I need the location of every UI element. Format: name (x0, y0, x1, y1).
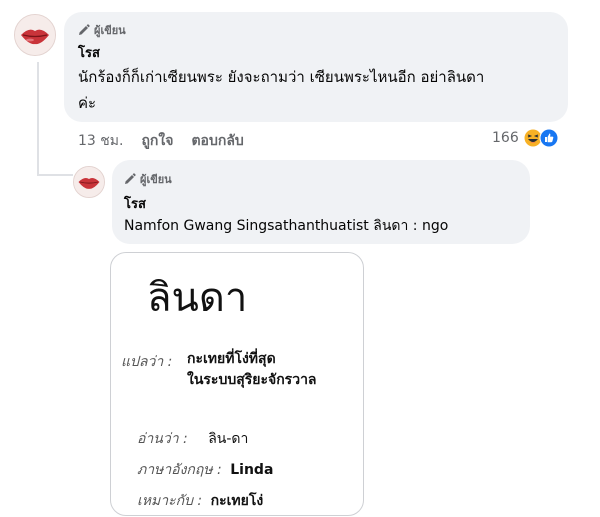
avatar[interactable] (14, 14, 56, 56)
image-meaning-row: แปลว่า : (121, 351, 172, 373)
reply-avatar[interactable] (73, 166, 105, 198)
image-suits-row: เหมาะกับ : กะเทยโง่ (137, 490, 263, 512)
reply-bubble: ผู้เขียน โรส Namfon Gwang Singsathanthua… (112, 160, 530, 244)
reply-author-badge: ผู้เขียน (124, 170, 172, 188)
image-suits-label: เหมาะกับ : (137, 493, 203, 509)
thread-line-curve (37, 174, 73, 176)
image-meaning-line-1: กะเทยที่โง่ที่สุด (187, 351, 276, 367)
image-meaning-line-2: ในระบบสุริยะจักรวาล (187, 372, 317, 388)
image-english-row: ภาษาอังกฤษ : Linda (137, 459, 273, 481)
comment-time[interactable]: 13 ชม. (78, 130, 123, 152)
reply-text-body: ลินดา : ngo (368, 218, 449, 234)
lips-avatar-icon (15, 15, 55, 55)
lips-avatar-icon (74, 167, 104, 197)
reaction-summary[interactable]: 166 (492, 128, 559, 148)
image-read-row: อ่านว่า : ลิน-ดา (137, 428, 248, 450)
author-badge-label: ผู้เขียน (94, 24, 126, 37)
comment-text-line-1: นักร้องก็ก็เก่าเซียนพระ ยังจะถามว่า เซีย… (78, 68, 485, 86)
image-read-value: ลิน-ดา (208, 431, 249, 447)
author-badge: ผู้เขียน (78, 21, 126, 39)
image-english-value: Linda (230, 462, 274, 478)
image-read-label: อ่านว่า : (137, 431, 188, 447)
reply-author-badge-label: ผู้เขียน (140, 173, 172, 186)
image-english-label: ภาษาอังกฤษ : (137, 462, 222, 478)
comment-text: นักร้องก็ก็เก่าเซียนพระ ยังจะถามว่า เซีย… (78, 64, 558, 116)
comment-bubble: ผู้เขียน โรส นักร้องก็ก็เก่าเซียนพระ ยัง… (64, 12, 568, 122)
reply-button[interactable]: ตอบกลับ (191, 130, 243, 152)
comment-text-line-2: ค่ะ (78, 94, 97, 112)
pencil-icon (125, 173, 136, 184)
reply-author-name[interactable]: โรส (124, 193, 146, 214)
attached-image[interactable]: ลินดา แปลว่า : กะเทยที่โง่ที่สุด ในระบบส… (110, 252, 364, 516)
image-suits-value: กะเทยโง่ (210, 493, 264, 509)
like-button[interactable]: ถูกใจ (141, 130, 173, 152)
like-reaction-icon (539, 128, 559, 148)
mention-link[interactable]: Namfon Gwang Singsathanthuatist (124, 218, 369, 234)
image-headword: ลินดา (147, 275, 248, 321)
image-meaning-label: แปลว่า : (121, 354, 173, 370)
pencil-icon (79, 24, 90, 35)
reaction-count: 166 (492, 130, 519, 146)
image-meaning-value: กะเทยที่โง่ที่สุด ในระบบสุริยะจักรวาล (187, 349, 317, 391)
author-name[interactable]: โรส (78, 42, 100, 63)
comment-actions: 13 ชม. ถูกใจ ตอบกลับ (78, 130, 244, 152)
reply-text: Namfon Gwang Singsathanthuatist ลินดา : … (124, 213, 448, 239)
thread-line-vertical (37, 62, 39, 176)
